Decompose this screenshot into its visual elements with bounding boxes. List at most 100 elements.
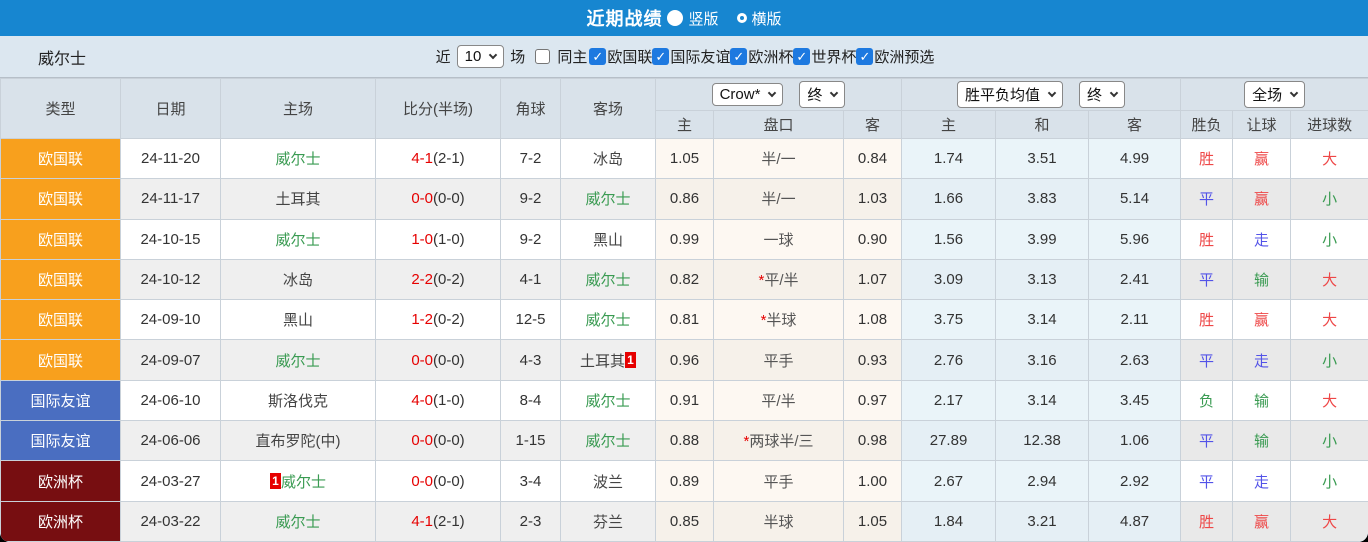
mean-home-cell: 3.09 <box>901 258 997 301</box>
competition-checkbox-2[interactable]: ✓ <box>730 48 748 65</box>
away-team-cell: 波兰 <box>560 460 656 502</box>
home-team-name: 威尔士 <box>280 473 326 491</box>
odds-away-cell: 0.98 <box>842 420 903 462</box>
filter-bar: 威尔士 近 10 场 同主 ✓ 欧国联 ✓ 国际友谊 ✓ 欧洲杯 ✓ 世界杯 ✓ 欧洲预选 <box>0 36 1368 78</box>
away-team-name: 波兰 <box>592 473 623 491</box>
date-cell: 24-11-20 <box>120 137 221 180</box>
layout-radio-horizontal[interactable] <box>736 13 747 23</box>
layout-radio-vertical-label[interactable]: 竖版 <box>688 8 718 29</box>
mean-home-cell: 2.67 <box>901 460 997 502</box>
mean-selector-group: 胜平负均值 终 <box>901 78 1182 111</box>
away-team-name: 威尔士 <box>585 272 631 290</box>
home-team-name: 威尔士 <box>275 513 321 531</box>
mean-home-cell: 2.76 <box>901 339 997 381</box>
recent-results-panel: 近期战绩 竖版 横版 威尔士 近 10 场 同主 ✓ 欧国联 ✓ 国际友谊 ✓ 欧洲杯 ✓ 世… <box>0 0 1368 542</box>
home-team-cell: 1 威尔士 <box>220 460 376 502</box>
mean-home-cell: 2.17 <box>901 379 997 422</box>
competition-type-cell: 国际友谊 <box>0 379 121 422</box>
same-home-label[interactable]: 同主 <box>557 46 587 67</box>
home-team-name: 直布罗陀(中) <box>255 433 341 451</box>
layout-radio-vertical[interactable] <box>667 10 684 26</box>
away-team-name: 威尔士 <box>585 312 631 330</box>
sub-col-header-5: 客 <box>1088 110 1182 139</box>
score-cell: 2-2(0-2) <box>375 258 501 301</box>
score-cell: 4-1(2-1) <box>375 137 501 180</box>
mean-source-select[interactable]: 胜平负均值 <box>957 81 1064 108</box>
odds-time-select[interactable]: 终 <box>799 81 846 108</box>
goals-result-cell: 小 <box>1290 218 1368 260</box>
home-team-name: 土耳其 <box>275 191 321 209</box>
handicap-result-cell: 赢 <box>1232 500 1292 542</box>
competition-label-0[interactable]: 欧国联 <box>607 46 652 67</box>
handicap-result-cell: 输 <box>1232 258 1292 301</box>
result-cell: 胜 <box>1180 218 1234 260</box>
handicap-cell: *半球 <box>713 299 844 341</box>
rank-badge: 1 <box>625 351 636 368</box>
match-count-select[interactable]: 10 <box>456 45 505 68</box>
home-team-cell: 斯洛伐克 <box>220 379 376 422</box>
mean-draw-cell: 3.14 <box>995 299 1090 341</box>
chevron-down-icon <box>489 50 498 60</box>
home-team-cell: 威尔士 <box>220 137 376 180</box>
away-team-cell: 威尔士 <box>560 420 656 462</box>
odds-home-cell: 0.96 <box>655 339 714 381</box>
sub-col-header-8: 进球数 <box>1290 110 1368 139</box>
corners-cell: 2-3 <box>500 500 561 542</box>
away-team-cell: 威尔士 <box>560 258 656 301</box>
competition-label-2[interactable]: 欧洲杯 <box>748 46 793 67</box>
odds-home-cell: 0.91 <box>655 379 714 422</box>
odds-home-cell: 1.05 <box>655 137 714 180</box>
competition-checkbox-3[interactable]: ✓ <box>793 48 811 65</box>
result-cell: 平 <box>1180 339 1234 381</box>
odds-away-cell: 1.08 <box>842 299 903 341</box>
mean-time-select[interactable]: 终 <box>1079 81 1126 108</box>
score-cell: 1-2(0-2) <box>375 299 501 341</box>
competition-checkbox-4[interactable]: ✓ <box>856 48 874 65</box>
score-cell: 0-0(0-0) <box>375 460 501 502</box>
mean-away-cell: 3.45 <box>1088 379 1182 422</box>
away-team-name: 土耳其 <box>579 352 625 370</box>
match-row: 欧国联 24-09-07 威尔士 0-0(0-0) 4-3 土耳其 1 0.96 平手 0.93 2… <box>0 339 1368 381</box>
odds-away-cell: 1.00 <box>842 460 903 502</box>
competition-label-3[interactable]: 世界杯 <box>811 46 856 67</box>
competition-label-1[interactable]: 国际友谊 <box>670 46 730 67</box>
mean-draw-cell: 3.16 <box>995 339 1090 381</box>
mean-draw-cell: 3.99 <box>995 218 1090 260</box>
corners-cell: 9-2 <box>500 178 561 220</box>
handicap-result-cell: 赢 <box>1232 299 1292 341</box>
away-team-name: 威尔士 <box>585 392 631 410</box>
away-team-cell: 威尔士 <box>560 379 656 422</box>
result-cell: 平 <box>1180 258 1234 301</box>
match-row: 国际友谊 24-06-10 斯洛伐克 4-0(1-0) 8-4 威尔士 0.91 平/半 0.9… <box>0 379 1368 422</box>
handicap-result-cell: 走 <box>1232 218 1292 260</box>
match-row: 欧国联 24-10-12 冰岛 2-2(0-2) 4-1 威尔士 0.82 *平/半 1.07 3… <box>0 258 1368 301</box>
result-cell: 平 <box>1180 420 1234 462</box>
date-cell: 24-03-27 <box>120 460 221 502</box>
away-team-name: 芬兰 <box>592 513 623 531</box>
handicap-cell: 半球 <box>713 500 844 542</box>
team-name: 威尔士 <box>38 50 87 68</box>
competition-type-cell: 欧洲杯 <box>0 460 121 502</box>
same-home-checkbox[interactable] <box>535 49 551 64</box>
competition-checkbox-0[interactable]: ✓ <box>589 48 607 65</box>
home-team-cell: 冰岛 <box>220 258 376 301</box>
col-header-away: 客场 <box>560 78 656 139</box>
sub-col-header-1: 盘口 <box>713 110 844 139</box>
mean-away-cell: 2.92 <box>1088 460 1182 502</box>
mean-home-cell: 1.66 <box>901 178 997 220</box>
odds-source-select[interactable]: Crow* <box>711 83 784 106</box>
competition-checkbox-1[interactable]: ✓ <box>652 48 670 65</box>
mean-away-cell: 1.06 <box>1088 420 1182 462</box>
competition-type-cell: 欧国联 <box>0 258 121 301</box>
scope-select[interactable]: 全场 <box>1244 81 1306 108</box>
mean-draw-cell: 3.83 <box>995 178 1090 220</box>
near-label: 近 <box>435 49 451 66</box>
match-row: 欧国联 24-11-20 威尔士 4-1(2-1) 7-2 冰岛 1.05 半/一 0.84 1.… <box>0 137 1368 180</box>
home-team-name: 黑山 <box>282 312 313 330</box>
odds-home-cell: 0.88 <box>655 420 714 462</box>
odds-away-cell: 0.90 <box>842 218 903 260</box>
col-header-score: 比分(半场) <box>375 78 501 139</box>
layout-radio-horizontal-label[interactable]: 横版 <box>752 8 782 29</box>
competition-label-4[interactable]: 欧洲预选 <box>874 46 934 67</box>
mean-away-cell: 4.87 <box>1088 500 1182 542</box>
